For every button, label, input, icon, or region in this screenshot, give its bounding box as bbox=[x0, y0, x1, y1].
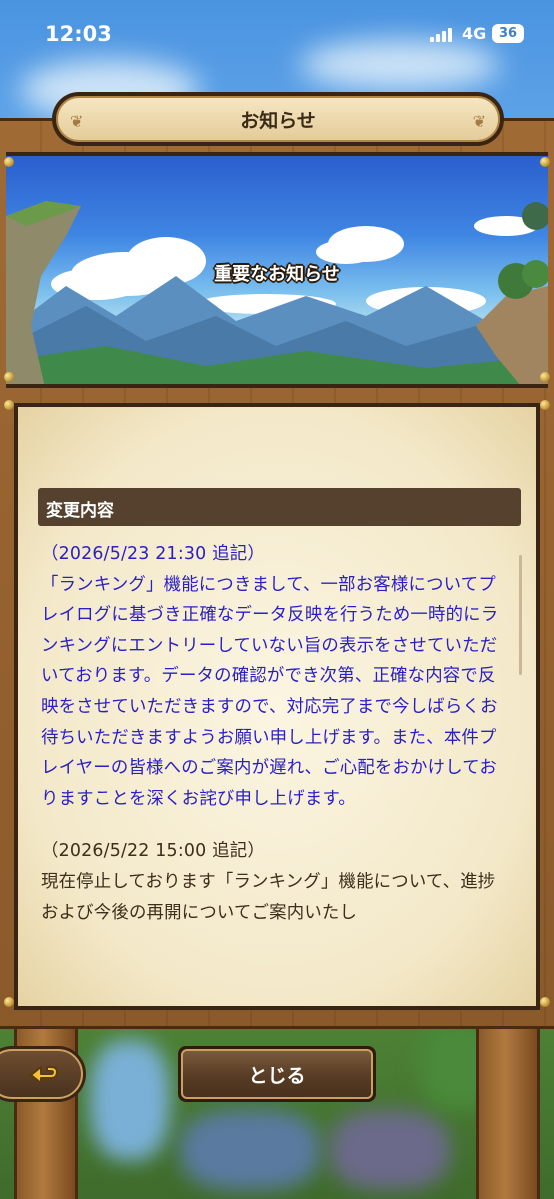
page-title: お知らせ bbox=[240, 109, 316, 132]
banner-title: 重要なお知らせ bbox=[214, 264, 340, 285]
notice-banner: 重要なお知らせ bbox=[6, 152, 548, 388]
update-body: 現在停止しております「ランキング」機能について、進捗および今後の再開についてご案… bbox=[41, 871, 496, 923]
update-body: 「ランキング」機能につきまして、一部お客様についてプレイログに基づき正確なデータ… bbox=[41, 574, 499, 809]
rivet bbox=[4, 157, 14, 167]
update-date-note: （2026/5/22 15:00 追記） bbox=[41, 841, 265, 862]
rivet bbox=[540, 157, 550, 167]
rivet bbox=[540, 372, 550, 382]
rivet bbox=[4, 372, 14, 382]
sign-post-right bbox=[476, 1000, 540, 1199]
close-button[interactable]: とじる bbox=[178, 1046, 376, 1102]
return-arrow-icon bbox=[30, 1066, 58, 1084]
close-button-label: とじる bbox=[248, 1064, 306, 1087]
rivet bbox=[4, 400, 14, 410]
cellular-signal-icon bbox=[430, 28, 456, 42]
rivet bbox=[540, 400, 550, 410]
scrollbar[interactable] bbox=[519, 555, 522, 675]
title-plate: ❦ お知らせ ❦ bbox=[52, 92, 504, 146]
notice-content-panel[interactable]: 変更内容 （2026/5/23 21:30 追記） 「ランキング」機能につきまし… bbox=[14, 403, 540, 1010]
section-header-label: 変更内容 bbox=[46, 501, 114, 521]
rivet bbox=[540, 997, 550, 1007]
network-type: 4G bbox=[462, 24, 487, 43]
battery-icon: 36 bbox=[492, 24, 524, 43]
status-time: 12:03 bbox=[45, 22, 112, 46]
right-flourish-icon: ❦ bbox=[472, 112, 486, 131]
section-header: 変更内容 bbox=[38, 488, 521, 526]
back-button[interactable] bbox=[0, 1046, 86, 1102]
left-flourish-icon: ❦ bbox=[70, 112, 84, 131]
rivet bbox=[4, 997, 14, 1007]
notice-body: （2026/5/23 21:30 追記） 「ランキング」機能につきまして、一部お… bbox=[41, 539, 503, 928]
update-date-note: （2026/5/23 21:30 追記） bbox=[41, 544, 265, 564]
status-bar: 12:03 4G 36 bbox=[0, 0, 554, 70]
